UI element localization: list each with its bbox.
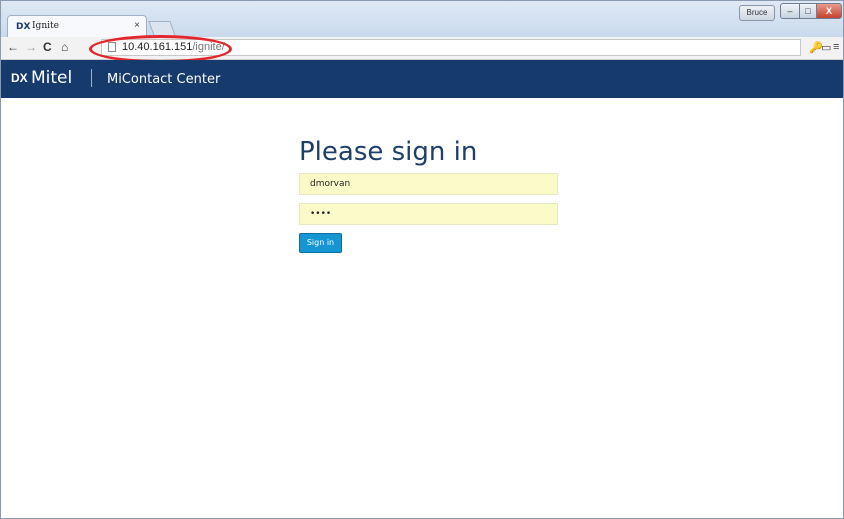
username-field[interactable]: dmorvan <box>299 173 558 195</box>
product-name: MiContact Center <box>107 72 221 87</box>
tab-title: Ignite <box>32 21 59 31</box>
maximize-button[interactable]: □ <box>799 3 817 19</box>
title-bar: DX Ignite × Bruce – □ X <box>1 1 843 37</box>
browser-window: DX Ignite × Bruce – □ X ← → C ⌂ 10.40.16… <box>0 0 844 519</box>
app-header: DX Mitel MiContact Center <box>1 60 843 98</box>
header-divider <box>91 69 92 87</box>
minimize-button[interactable]: – <box>780 3 800 19</box>
cast-icon[interactable]: ▭ <box>821 41 831 54</box>
sign-in-button[interactable]: Sign in <box>299 233 342 253</box>
menu-icon[interactable]: ≡ <box>833 41 839 53</box>
forward-icon[interactable]: → <box>25 40 37 54</box>
tab-close-icon[interactable]: × <box>134 20 140 31</box>
back-icon[interactable]: ← <box>7 40 19 54</box>
new-tab-button[interactable] <box>148 21 176 36</box>
close-window-button[interactable]: X <box>816 3 842 19</box>
reload-icon[interactable]: C <box>43 40 52 54</box>
profile-button[interactable]: Bruce <box>739 5 775 21</box>
annotation-circle <box>89 35 232 63</box>
page-title: Please sign in <box>299 137 478 167</box>
password-field[interactable]: •••• <box>299 203 558 225</box>
home-icon[interactable]: ⌂ <box>61 40 68 54</box>
brand-name: Mitel <box>31 68 73 88</box>
mitel-logo-icon: DX <box>11 71 28 85</box>
mitel-favicon-icon: DX <box>16 22 31 32</box>
browser-tab[interactable]: DX Ignite × <box>7 15 147 37</box>
